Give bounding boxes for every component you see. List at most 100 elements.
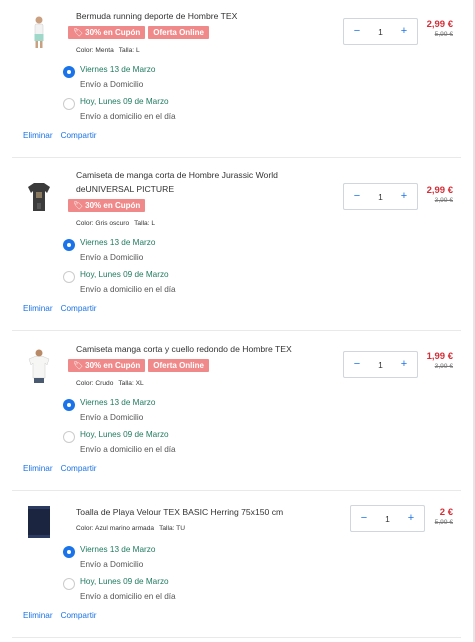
coupon-tag-icon: 🏷 <box>73 28 84 37</box>
radio-selected[interactable] <box>63 399 75 411</box>
coupon-badge-text: 30% en Cupón <box>85 28 141 37</box>
product-title[interactable]: Toalla de Playa Velour TEX BASIC Herring… <box>76 505 316 519</box>
size-label: Talla: L <box>134 220 156 227</box>
badges: 🏷 30% en Cupón <box>68 199 146 212</box>
cart-item-bermuda: Bermuda running deporte de Hombre TEX 🏷 3… <box>12 0 461 158</box>
size-label: Talla: TU <box>159 525 185 532</box>
current-price: 1,99 € <box>426 351 453 362</box>
price-block: 2,99 € 3,99 € <box>427 185 453 204</box>
increase-button[interactable]: + <box>397 351 411 378</box>
coupon-badge-text: 30% en Cupón <box>85 201 141 210</box>
decrease-button[interactable]: − <box>350 183 364 210</box>
delivery-date: Hoy, Lunes 09 de Marzo <box>80 97 169 106</box>
decrease-button[interactable]: − <box>350 18 364 45</box>
quantity-value[interactable]: 1 <box>378 192 383 202</box>
delivery-method: Envío a Domicilio <box>80 80 144 89</box>
quantity-stepper: − 1 + <box>343 351 418 378</box>
badges: 🏷 30% en Cupón Oferta Online <box>68 359 209 372</box>
increase-button[interactable]: + <box>404 505 418 532</box>
color-label: Color: Azul marino armada <box>76 525 155 532</box>
increase-button[interactable]: + <box>397 183 411 210</box>
share-link[interactable]: Compartir <box>61 131 97 140</box>
color-label: Color: Menta <box>76 47 114 54</box>
radio-selected[interactable] <box>63 66 75 78</box>
quantity-stepper: − 1 + <box>350 505 425 532</box>
product-title[interactable]: Camiseta de manga corta de Hombre Jurass… <box>76 168 292 196</box>
coupon-badge: 🏷 30% en Cupón <box>68 199 146 212</box>
quantity-stepper: − 1 + <box>343 18 418 45</box>
share-link[interactable]: Compartir <box>61 304 97 313</box>
remove-link[interactable]: Eliminar <box>23 304 53 313</box>
radio-selected[interactable] <box>63 546 75 558</box>
current-price: 2,99 € <box>426 19 453 30</box>
share-link[interactable]: Compartir <box>61 464 97 473</box>
product-title[interactable]: Camiseta manga corta y cuello redondo de… <box>76 342 292 356</box>
radio-unselected[interactable] <box>63 271 75 283</box>
coupon-badge: 🏷 30% en Cupón <box>68 26 146 39</box>
delivery-date: Hoy, Lunes 09 de Marzo <box>80 270 169 279</box>
delivery-date: Viernes 13 de Marzo <box>80 545 156 554</box>
delivery-method: Envío a domicilio en el día <box>80 112 176 121</box>
delivery-date: Viernes 13 de Marzo <box>80 238 156 247</box>
decrease-button[interactable]: − <box>357 505 371 532</box>
increase-button[interactable]: + <box>397 18 411 45</box>
price-block: 1,99 € 3,99 € <box>427 351 453 370</box>
product-image[interactable] <box>24 504 54 540</box>
decrease-button[interactable]: − <box>350 351 364 378</box>
product-attributes: Color: Crudo Talla: XL <box>76 380 144 387</box>
coupon-badge-text: 30% en Cupón <box>85 361 141 370</box>
coupon-tag-icon: 🏷 <box>73 361 84 370</box>
delivery-method: Envío a domicilio en el día <box>80 592 176 601</box>
online-offer-badge: Oferta Online <box>148 26 209 39</box>
old-price: 5,99 € <box>434 519 453 526</box>
remove-link[interactable]: Eliminar <box>23 131 53 140</box>
product-image[interactable] <box>24 348 54 384</box>
cart-item-towel: Toalla de Playa Velour TEX BASIC Herring… <box>12 491 461 638</box>
delivery-date: Viernes 13 de Marzo <box>80 398 156 407</box>
delivery-method: Envío a domicilio en el día <box>80 445 176 454</box>
delivery-date: Hoy, Lunes 09 de Marzo <box>80 577 169 586</box>
current-price: 2,99 € <box>426 185 453 196</box>
delivery-method: Envío a Domicilio <box>80 560 144 569</box>
item-actions: Eliminar Compartir <box>23 131 97 140</box>
cart-item-jurassic-tshirt: Camiseta de manga corta de Hombre Jurass… <box>12 158 461 331</box>
delivery-date: Hoy, Lunes 09 de Marzo <box>80 430 169 439</box>
quantity-value[interactable]: 1 <box>378 360 383 370</box>
product-image[interactable] <box>24 14 54 50</box>
product-attributes: Color: Menta Talla: L <box>76 47 140 54</box>
radio-unselected[interactable] <box>63 431 75 443</box>
radio-selected[interactable] <box>63 239 75 251</box>
quantity-value[interactable]: 1 <box>378 27 383 37</box>
item-actions: Eliminar Compartir <box>23 611 97 620</box>
old-price: 3,99 € <box>434 197 453 204</box>
quantity-stepper: − 1 + <box>343 183 418 210</box>
cart-item-crew-tshirt: Camiseta manga corta y cuello redondo de… <box>12 331 461 491</box>
radio-unselected[interactable] <box>63 98 75 110</box>
item-actions: Eliminar Compartir <box>23 464 97 473</box>
size-label: Talla: L <box>118 47 140 54</box>
item-actions: Eliminar Compartir <box>23 304 97 313</box>
delivery-method: Envío a Domicilio <box>80 413 144 422</box>
badges: 🏷 30% en Cupón Oferta Online <box>68 26 209 39</box>
coupon-tag-icon: 🏷 <box>73 201 84 210</box>
quantity-value[interactable]: 1 <box>385 514 390 524</box>
remove-link[interactable]: Eliminar <box>23 464 53 473</box>
product-image[interactable] <box>24 179 54 215</box>
delivery-method: Envío a domicilio en el día <box>80 285 176 294</box>
current-price: 2 € <box>439 507 453 518</box>
color-label: Color: Gris oscuro <box>76 220 130 227</box>
price-block: 2,99 € 5,99 € <box>427 19 453 38</box>
price-block: 2 € 5,99 € <box>435 507 453 526</box>
share-link[interactable]: Compartir <box>61 611 97 620</box>
old-price: 3,99 € <box>434 363 453 370</box>
product-attributes: Color: Gris oscuro Talla: L <box>76 220 155 227</box>
remove-link[interactable]: Eliminar <box>23 611 53 620</box>
product-attributes: Color: Azul marino armada Talla: TU <box>76 525 185 532</box>
size-label: Talla: XL <box>118 380 144 387</box>
radio-unselected[interactable] <box>63 578 75 590</box>
product-title[interactable]: Bermuda running deporte de Hombre TEX <box>76 9 292 23</box>
old-price: 5,99 € <box>434 31 453 38</box>
delivery-method: Envío a Domicilio <box>80 253 144 262</box>
color-label: Color: Crudo <box>76 380 114 387</box>
delivery-date: Viernes 13 de Marzo <box>80 65 156 74</box>
